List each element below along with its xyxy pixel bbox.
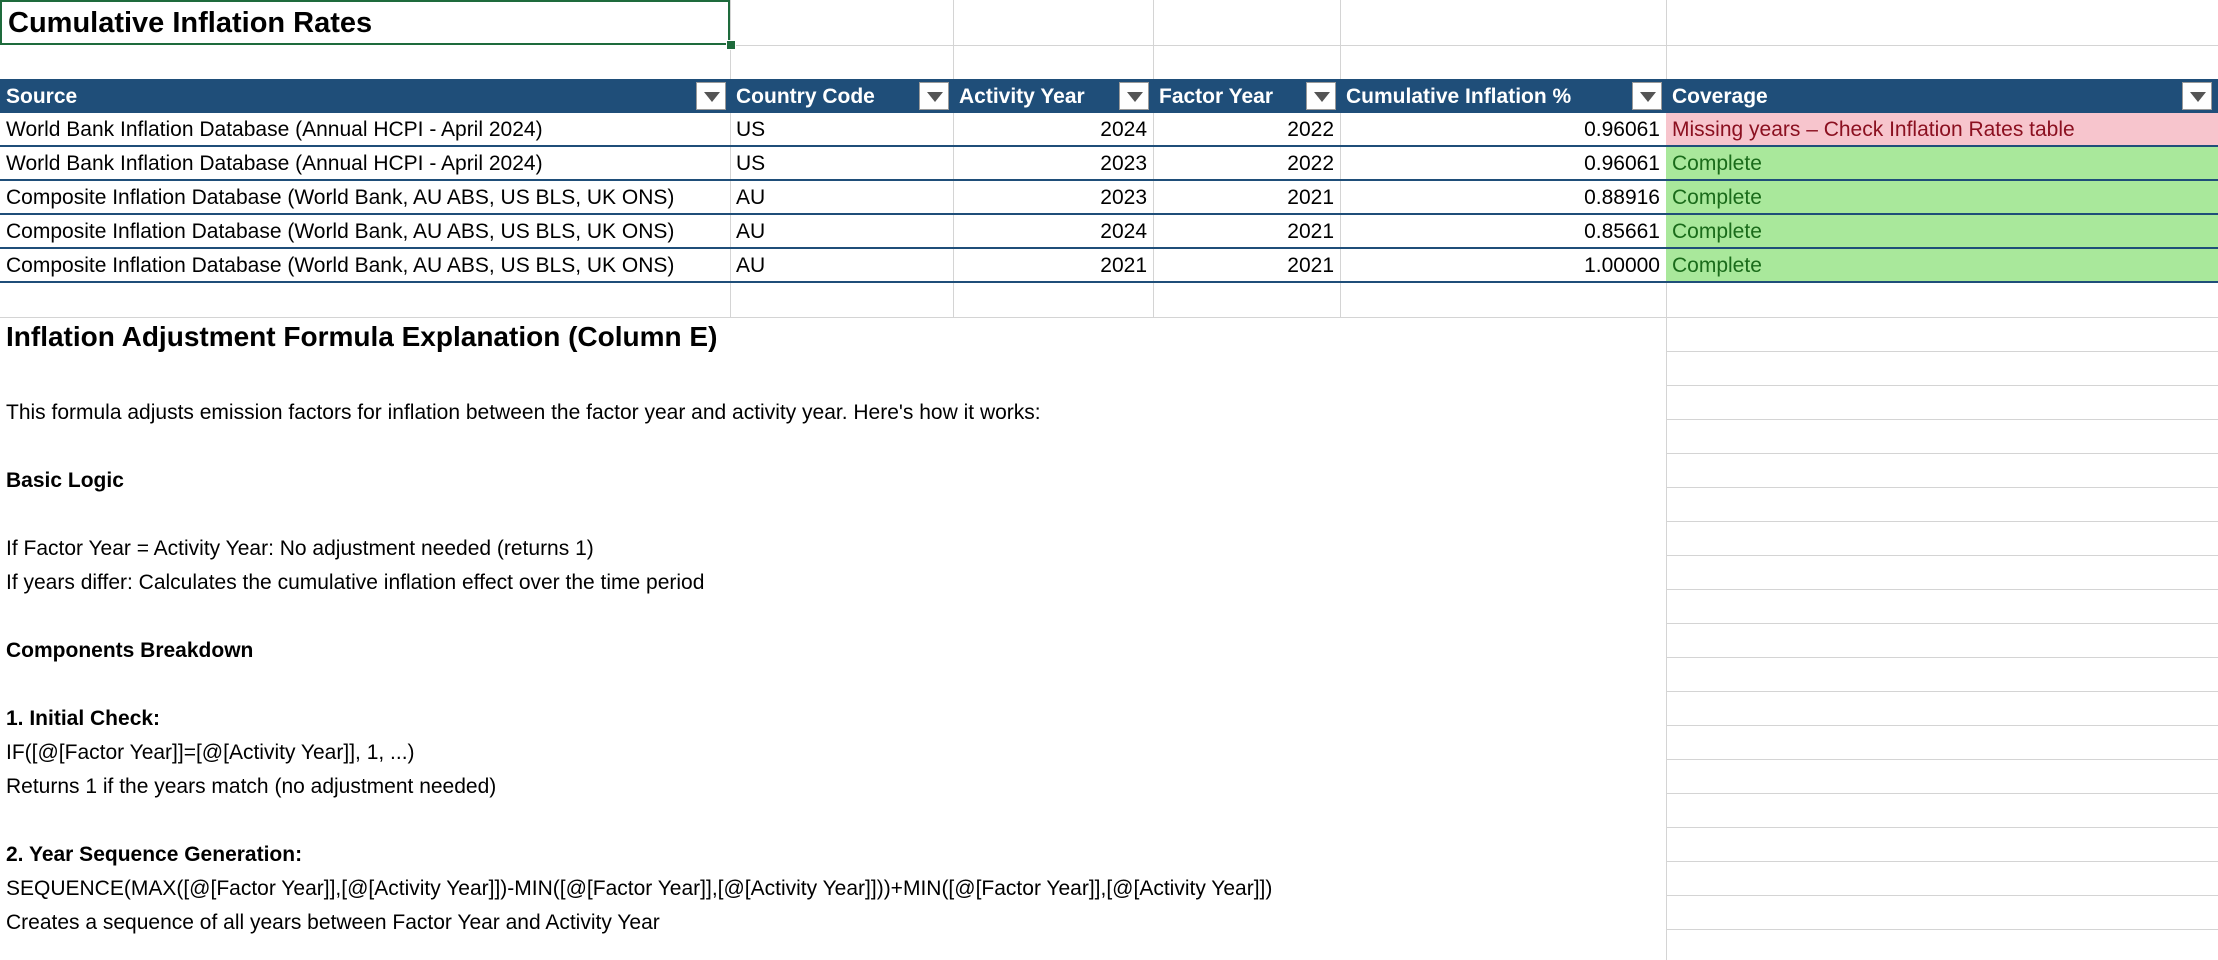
table-row: Composite Inflation Database (World Bank… bbox=[0, 215, 2218, 249]
cell-source[interactable]: World Bank Inflation Database (Annual HC… bbox=[0, 113, 730, 145]
cell-cumulative-inflation[interactable]: 0.85661 bbox=[1340, 215, 1666, 247]
cell-activity-year[interactable]: 2023 bbox=[953, 147, 1153, 179]
column-header-source[interactable]: Source bbox=[0, 79, 730, 113]
explanation-intro: This formula adjusts emission factors fo… bbox=[6, 401, 1041, 424]
cell-activity-year[interactable]: 2024 bbox=[953, 215, 1153, 247]
step-description: Returns 1 if the years match (no adjustm… bbox=[6, 775, 497, 798]
table-row: World Bank Inflation Database (Annual HC… bbox=[0, 147, 2218, 181]
cell-source[interactable]: World Bank Inflation Database (Annual HC… bbox=[0, 147, 730, 179]
components-heading: Components Breakdown bbox=[6, 639, 254, 662]
sheet-title-cell[interactable]: Cumulative Inflation Rates bbox=[0, 0, 730, 45]
cell-coverage[interactable]: Complete bbox=[1666, 215, 2218, 247]
basic-logic-heading: Basic Logic bbox=[6, 469, 124, 492]
filter-dropdown-icon[interactable] bbox=[1306, 82, 1336, 110]
cell-activity-year[interactable]: 2021 bbox=[953, 249, 1153, 281]
cell-cumulative-inflation[interactable]: 1.00000 bbox=[1340, 249, 1666, 281]
step-heading: 2. Year Sequence Generation: bbox=[6, 843, 303, 866]
cell-factor-year[interactable]: 2022 bbox=[1153, 147, 1340, 179]
cell-source[interactable]: Composite Inflation Database (World Bank… bbox=[0, 249, 730, 281]
cell-coverage[interactable]: Complete bbox=[1666, 181, 2218, 213]
cell-coverage[interactable]: Complete bbox=[1666, 147, 2218, 179]
filter-dropdown-icon[interactable] bbox=[2182, 82, 2212, 110]
table-row: World Bank Inflation Database (Annual HC… bbox=[0, 113, 2218, 147]
explanation-heading: Inflation Adjustment Formula Explanation… bbox=[6, 321, 718, 352]
cell-country-code[interactable]: AU bbox=[730, 181, 953, 213]
cell-activity-year[interactable]: 2023 bbox=[953, 181, 1153, 213]
cell-factor-year[interactable]: 2021 bbox=[1153, 215, 1340, 247]
cell-source[interactable]: Composite Inflation Database (World Bank… bbox=[0, 181, 730, 213]
filter-dropdown-icon[interactable] bbox=[696, 82, 726, 110]
cell-source[interactable]: Composite Inflation Database (World Bank… bbox=[0, 215, 730, 247]
step-formula: SEQUENCE(MAX([@[Factor Year]],[@[Activit… bbox=[6, 877, 1273, 900]
step-formula: IF([@[Factor Year]]=[@[Activity Year]], … bbox=[6, 741, 415, 764]
column-header-coverage[interactable]: Coverage bbox=[1666, 79, 2218, 113]
cell-country-code[interactable]: AU bbox=[730, 215, 953, 247]
step-description: Creates a sequence of all years between … bbox=[6, 911, 660, 934]
table-header-row: Source Country Code Activity Year Factor… bbox=[0, 79, 2218, 113]
cell-cumulative-inflation[interactable]: 0.88916 bbox=[1340, 181, 1666, 213]
cell-factor-year[interactable]: 2021 bbox=[1153, 249, 1340, 281]
basic-logic-line: If years differ: Calculates the cumulati… bbox=[6, 571, 705, 594]
cell-cumulative-inflation[interactable]: 0.96061 bbox=[1340, 147, 1666, 179]
cell-coverage[interactable]: Missing years – Check Inflation Rates ta… bbox=[1666, 113, 2218, 145]
column-header-cumulative-inflation[interactable]: Cumulative Inflation % bbox=[1340, 79, 1666, 113]
step-heading: 1. Initial Check: bbox=[6, 707, 161, 730]
cell-coverage[interactable]: Complete bbox=[1666, 249, 2218, 281]
cell-country-code[interactable]: AU bbox=[730, 249, 953, 281]
cell-country-code[interactable]: US bbox=[730, 113, 953, 145]
basic-logic-line: If Factor Year = Activity Year: No adjus… bbox=[6, 537, 594, 560]
filter-dropdown-icon[interactable] bbox=[1119, 82, 1149, 110]
cell-activity-year[interactable]: 2024 bbox=[953, 113, 1153, 145]
filter-dropdown-icon[interactable] bbox=[1632, 82, 1662, 110]
cell-country-code[interactable]: US bbox=[730, 147, 953, 179]
filter-dropdown-icon[interactable] bbox=[919, 82, 949, 110]
cell-factor-year[interactable]: 2022 bbox=[1153, 113, 1340, 145]
table-row: Composite Inflation Database (World Bank… bbox=[0, 249, 2218, 283]
table-row: Composite Inflation Database (World Bank… bbox=[0, 181, 2218, 215]
fill-handle[interactable] bbox=[726, 40, 736, 50]
cell-cumulative-inflation[interactable]: 0.96061 bbox=[1340, 113, 1666, 145]
cell-factor-year[interactable]: 2021 bbox=[1153, 181, 1340, 213]
